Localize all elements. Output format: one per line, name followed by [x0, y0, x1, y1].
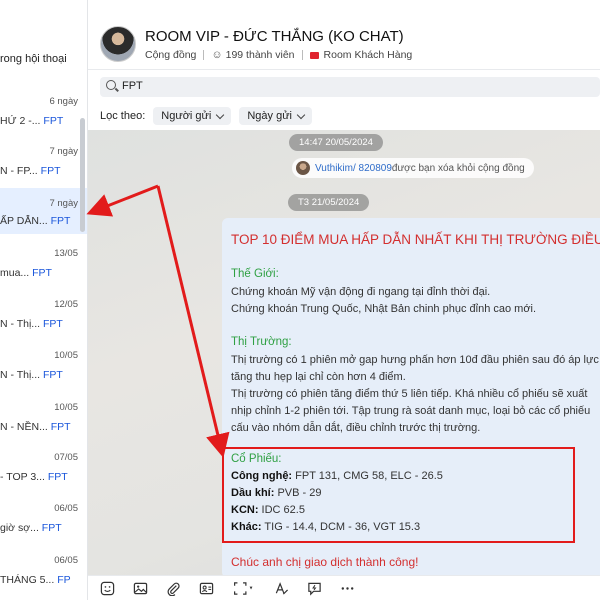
highlight-box	[222, 447, 575, 543]
conversation-item[interactable]: 10/05 N - Thị... FPT	[0, 350, 87, 400]
conversation-time: 06/05	[54, 555, 78, 566]
message-line: Thị trường có phiên tăng điểm thứ 5 liên…	[231, 388, 588, 400]
search-highlight: FPT	[50, 421, 71, 433]
date-filter-dropdown[interactable]: Ngày gửi	[239, 107, 313, 125]
user-icon: ☺	[211, 49, 223, 61]
sticker-icon[interactable]	[100, 581, 115, 596]
section-heading-market: Thị Trường:	[231, 336, 292, 348]
format-text-icon[interactable]	[274, 581, 289, 596]
message-title: TOP 10 ĐIỂM MUA HẤP DẪN NHẤT KHI THỊ TRƯ…	[231, 232, 600, 247]
conversation-time: 7 ngày	[49, 198, 78, 209]
room-tag[interactable]: Room Khách Hàng	[324, 49, 413, 61]
conversation-snippet: N - Thị... FPT	[0, 369, 63, 381]
member-count[interactable]: 199 thành viên	[226, 49, 295, 61]
conversation-snippet: N - NỀN... FPT	[0, 421, 71, 433]
image-icon[interactable]	[133, 581, 148, 596]
conversation-item[interactable]: 6 ngày HỨ 2 -... FPT	[0, 96, 87, 146]
notice-user-link[interactable]: Vuthikim/ 820809	[315, 163, 392, 174]
conversation-snippet: THÁNG 5... FP	[0, 574, 71, 586]
conversation-item[interactable]: 10/05 N - NỀN... FPT	[0, 402, 87, 452]
conversation-snippet: mua... FPT	[0, 267, 52, 279]
conversation-snippet: ẤP DẪN... FPT	[0, 215, 71, 227]
search-highlight: FPT	[42, 369, 63, 381]
conversation-time: 13/05	[54, 248, 78, 259]
search-highlight: FPT	[40, 165, 61, 177]
message-line: Chứng khoán Trung Quốc, Nhật Bản chinh p…	[231, 303, 537, 315]
sidebar-scrollbar[interactable]	[80, 118, 85, 232]
conversation-item[interactable]: 06/05 giờ sợ... FPT	[0, 503, 87, 553]
room-meta: Cộng đồng ☺ 199 thành viên Room Khách Hà…	[145, 49, 412, 61]
search-highlight: FPT	[50, 215, 71, 227]
sidebar-header: rong hội thoại	[0, 53, 67, 65]
search-icon	[106, 80, 116, 90]
conversation-time: 10/05	[54, 350, 78, 361]
conversation-item[interactable]: 12/05 N - Thị... FPT	[0, 299, 87, 349]
chevron-down-icon	[216, 110, 225, 119]
section-heading-world: Thế Giới:	[231, 268, 279, 280]
conversation-sidebar: rong hội thoại 6 ngày HỨ 2 -... FPT 7 ng…	[0, 0, 88, 600]
search-highlight: FPT	[42, 318, 63, 330]
room-title[interactable]: ROOM VIP - ĐỨC THẮNG (KO CHAT)	[145, 28, 404, 45]
search-highlight: FPT	[32, 267, 52, 279]
date-pill: T3 21/05/2024	[288, 194, 370, 211]
group-avatar[interactable]	[100, 26, 136, 62]
conversation-item[interactable]: 06/05 THÁNG 5... FP	[0, 555, 87, 600]
conversation-time: 12/05	[54, 299, 78, 310]
message-line: tăng thu hẹp lại chỉ còn hơn 4 điểm.	[231, 371, 406, 383]
conversation-item[interactable]: 07/05 - TOP 3... FPT	[0, 452, 87, 502]
message-line: cấu vào nhóm dẫn dắt, điều chỉnh trước t…	[231, 422, 481, 434]
conversation-snippet: N - FP... FPT	[0, 165, 61, 177]
conversation-item-active[interactable]: 7 ngày ẤP DẪN... FPT	[0, 188, 87, 234]
search-highlight: FPT	[47, 471, 68, 483]
conversation-snippet: - TOP 3... FPT	[0, 471, 68, 483]
conversation-time: 07/05	[54, 452, 78, 463]
conversation-snippet: giờ sợ... FPT	[0, 522, 62, 534]
search-filters: Lọc theo: Người gửi Ngày gửi	[100, 106, 313, 126]
timestamp-pill: 14:47 20/05/2024	[289, 134, 383, 151]
divider	[203, 50, 205, 60]
message-line: Thị trường có 1 phiên mở gap hưng phấn h…	[231, 354, 599, 366]
conversation-snippet: N - Thị... FPT	[0, 318, 63, 330]
quick-message-icon[interactable]	[307, 581, 322, 596]
filter-label: Lọc theo:	[100, 110, 146, 122]
more-icon[interactable]	[340, 581, 355, 596]
notice-text: được bạn xóa khỏi cộng đồng	[391, 162, 525, 174]
system-notice: Vuthikim/ 820809 được bạn xóa khỏi cộng …	[292, 158, 534, 178]
message-search-input[interactable]: FPT	[100, 77, 600, 97]
conversation-time: 10/05	[54, 402, 78, 413]
sender-filter-dropdown[interactable]: Người gửi	[153, 107, 232, 125]
search-highlight: FP	[57, 574, 71, 586]
screenshot-icon[interactable]	[232, 581, 256, 596]
avatar	[296, 161, 310, 175]
tag-icon	[309, 51, 319, 59]
conversation-item[interactable]: 13/05 mua... FPT	[0, 248, 87, 298]
conversation-time: 06/05	[54, 503, 78, 514]
conversation-time: 7 ngày	[49, 146, 78, 157]
community-label: Cộng đồng	[145, 49, 197, 61]
attachment-icon[interactable]	[166, 581, 181, 596]
conversation-time: 6 ngày	[49, 96, 78, 107]
conversation-snippet: HỨ 2 -... FPT	[0, 115, 64, 127]
chat-header: ROOM VIP - ĐỨC THẮNG (KO CHAT) Cộng đồng…	[88, 0, 600, 70]
message-line: nhịp chỉnh 1-2 phiên tới. Tập trung rà s…	[231, 405, 591, 417]
contact-card-icon[interactable]	[199, 581, 214, 596]
chevron-down-icon	[296, 110, 306, 119]
message-closing: Chúc anh chị giao dịch thành công!	[231, 555, 419, 569]
divider	[301, 50, 303, 60]
search-highlight: FPT	[43, 115, 64, 127]
message-line: Chứng khoán Mỹ vận động đi ngang tại đỉn…	[231, 286, 491, 298]
composer-toolbar	[88, 575, 600, 600]
search-value: FPT	[122, 80, 143, 92]
search-highlight: FPT	[41, 522, 62, 534]
